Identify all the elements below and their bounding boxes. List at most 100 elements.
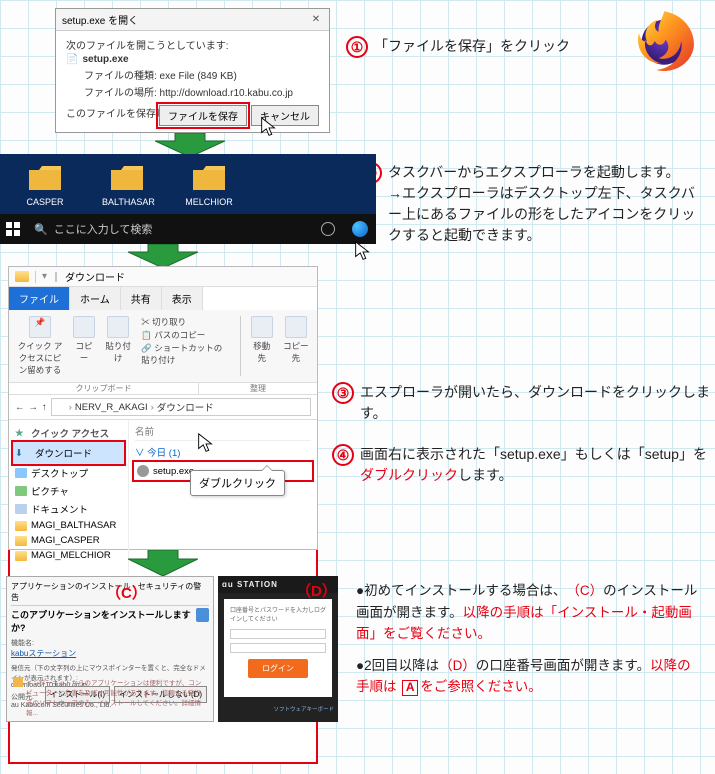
folder-label: MELCHIOR [184,197,234,207]
ribbon-group-label: 整理 [199,383,317,394]
ribbon-group-label: クリップボード [9,383,199,394]
group-today[interactable]: ∨ 今日 (1) [135,445,311,459]
bottom-instructions: ●初めてインストールする場合は、（C）のインストール画面が開きます。以降の手順は… [356,580,702,708]
sidebar-documents[interactable]: ドキュメント [13,500,124,518]
paste-icon [107,316,129,338]
software-keyboard-link[interactable]: ソフトウェアキーボード [218,703,338,715]
start-icon[interactable] [0,214,26,244]
taskbar: 🔍 ここに入力して検索 [0,214,376,244]
sidebar-quick-access[interactable]: ★クイック アクセス [13,424,124,442]
crumb-folder[interactable]: ダウンロード [157,400,214,414]
desktop-folder[interactable]: CASPER [20,164,70,207]
login-button[interactable]: ログイン [248,659,308,678]
ribbon-copyto[interactable]: コピー先 [283,316,309,364]
step-2-text-1: タスクバーからエクスプローラを起動します。 [388,164,679,180]
open-file-dialog: setup.exe を開く ✕ 次のファイルを開こうとしています: 📄setup… [55,8,330,133]
dialog-filename: setup.exe [82,54,128,65]
tab-home[interactable]: ホーム [70,287,121,310]
step-4-number: ④ [332,444,354,466]
cursor-icon [195,432,217,454]
desktop-folder[interactable]: MELCHIOR [184,164,234,207]
cortana-icon[interactable] [312,214,344,244]
desktop-screenshot: CASPER BALTHASAR MELCHIOR 🔍 ここに入力して検索 [0,154,376,244]
label-d: （D） [296,580,337,601]
step-4-text: 画面右に表示された「setup.exe」もしくは「setup」をダブルクリックし… [360,444,715,486]
ribbon-pastesc[interactable]: 🔗 ショートカットの貼り付け [141,342,230,366]
move-icon [251,316,273,338]
step-3-number: ③ [332,382,354,404]
explorer-sidebar: ★クイック アクセス ⬇ダウンロード デスクトップ ピクチャ ドキュメント MA… [9,420,129,575]
arrow-down-icon [128,244,198,268]
sidebar-folder[interactable]: MAGI_CASPER [13,533,124,548]
folder-icon [15,551,27,561]
password-input[interactable] [230,643,326,653]
step-1-number: ① [346,36,368,58]
pictures-icon [15,486,27,496]
desktop-folder[interactable]: BALTHASAR [102,164,152,207]
panelc-warning: インターネットからのアプリケーションは便利ですが、コンピューターに危害を及ぼす可… [26,677,207,717]
folder-label: CASPER [20,197,70,207]
dialog-title: setup.exe を開く [62,12,138,27]
search-icon: 🔍 [34,223,48,236]
tab-file[interactable]: ファイル [9,287,70,310]
column-name[interactable]: 名前 [135,424,311,441]
dialog-filefrom: ファイルの場所: http://download.r10.kabu.co.jp [66,84,319,99]
explorer-tabs: ファイル ホーム 共有 表示 [9,287,317,310]
dropdown-icon[interactable]: ▾ [42,271,47,282]
sidebar-pictures[interactable]: ピクチャ [13,482,124,500]
crumb-user[interactable]: NERV_R_AKAGI [75,402,148,413]
desktop-icon [15,468,27,478]
panelc-name-label: 機能名: [11,638,209,648]
documents-icon [15,504,27,514]
ribbon-pin[interactable]: 📌 クイック アクセスにピン留めする [17,316,63,376]
step-2-text-2: →エクスプローラはデスクトップ左下、タスクバー上にあるファイルの形をしたアイコン… [388,185,695,243]
search-placeholder: ここに入力して検索 [54,221,153,237]
app-icon [196,608,209,622]
panelc-question: このアプリケーションをインストールしますか? [11,608,196,634]
double-click-tooltip: ダブルクリック [190,470,285,496]
pin-icon: 📌 [29,316,51,338]
download-icon: ⬇ [15,448,27,458]
save-file-button[interactable]: ファイルを保存 [159,105,247,126]
step-1-text: 「ファイルを保存」をクリック [374,36,570,58]
ribbon-cut[interactable]: ✂ 切り取り [141,316,230,328]
ribbon-copypath[interactable]: 📋 パスのコピー [141,329,230,341]
tab-share[interactable]: 共有 [121,287,162,310]
cursor-icon [352,240,374,262]
step-3-text: エスプローラが開いたら、ダウンロードをクリックします。 [360,382,715,424]
copy-icon [73,316,95,338]
close-icon[interactable]: ✕ [309,13,323,27]
file-icon: 📄 [66,54,78,65]
folder-label: BALTHASAR [102,197,152,207]
shield-icon [13,677,23,687]
folder-icon [15,271,29,282]
ribbon-paste[interactable]: 貼り付け [105,316,131,364]
folder-icon [15,521,27,531]
sidebar-folder[interactable]: MAGI_BALTHASAR [13,518,124,533]
account-input[interactable] [230,629,326,639]
breadcrumb[interactable]: ←→↑ › NERV_R_AKAGI › ダウンロード [9,395,317,420]
explorer-title: ダウンロード [65,269,125,284]
panelc-name[interactable]: kabuステーション [11,648,209,659]
explorer-ribbon: 📌 クイック アクセスにピン留めする コピー 貼り付け ✂ 切り取り 📋 パスの… [9,310,317,383]
sidebar-folder[interactable]: MAGI_MELCHIOR [13,548,124,563]
folder-icon [56,403,66,411]
ribbon-copy[interactable]: コピー [73,316,95,364]
folder-icon [15,536,27,546]
sidebar-downloads[interactable]: ⬇ダウンロード [13,442,124,464]
reference-a-icon: A [402,680,418,696]
gear-icon [137,465,149,477]
cursor-icon [258,116,280,138]
explorer-window: ▾ ｜ ダウンロード ファイル ホーム 共有 表示 📌 クイック アクセスにピン… [8,266,318,550]
taskbar-search[interactable]: 🔍 ここに入力して検索 [26,221,216,237]
tab-view[interactable]: 表示 [162,287,203,310]
arrow-down-icon [128,550,198,576]
paneld-hint: 口座番号とパスワードを入力しログインしてください [230,605,326,623]
ribbon-moveto[interactable]: 移動先 [251,316,273,364]
copyto-icon [285,316,307,338]
dialog-filetype: ファイルの種類: exe File (849 KB) [66,67,319,82]
firefox-logo-icon [631,8,697,74]
sidebar-desktop[interactable]: デスクトップ [13,464,124,482]
label-c: （C） [106,582,147,603]
star-icon: ★ [15,428,27,438]
